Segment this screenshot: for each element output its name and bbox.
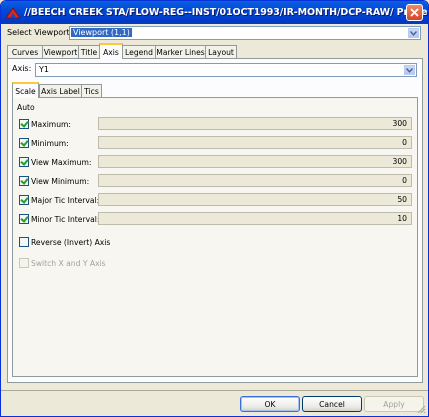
auto-heading: Auto xyxy=(17,103,35,112)
tab-viewport-label: Viewport xyxy=(43,48,78,57)
minimum-auto-checkbox[interactable] xyxy=(19,138,29,148)
switch-axis-checkbox[interactable] xyxy=(19,258,29,268)
tab-title[interactable]: Title xyxy=(78,45,100,59)
cancel-button-label: Cancel xyxy=(319,399,345,409)
cancel-button[interactable]: Cancel xyxy=(302,396,362,412)
maximum-auto-checkbox[interactable] xyxy=(19,119,29,129)
axis-select-value: Y1 xyxy=(39,65,49,74)
view-minimum-field[interactable]: 0 xyxy=(98,174,412,187)
tab-title-label: Title xyxy=(80,48,98,57)
tab-legend[interactable]: Legend xyxy=(122,45,156,59)
tab-axis[interactable]: Axis xyxy=(99,43,123,59)
minor-tic-interval-value: 10 xyxy=(397,214,407,223)
reverse-axis-label: Reverse (Invert) Axis xyxy=(31,238,111,247)
major-tic-interval-value: 50 xyxy=(397,195,407,204)
view-minimum-value: 0 xyxy=(402,176,407,185)
close-button[interactable] xyxy=(406,4,423,21)
maximum-field[interactable]: 300 xyxy=(98,117,412,130)
title-bar[interactable]: //BEECH CREEK STA/FLOW-REG--INST/01OCT19… xyxy=(1,1,428,24)
view-minimum-auto-checkbox[interactable] xyxy=(19,176,29,186)
major-tic-interval-auto-checkbox[interactable] xyxy=(19,195,29,205)
subtab-scale-label: Scale xyxy=(15,86,36,96)
button-bar-divider xyxy=(1,390,428,391)
tab-marker-lines[interactable]: Marker Lines xyxy=(155,45,206,59)
minor-tic-interval-label: Minor Tic Interval: xyxy=(31,215,100,224)
minimum-label: Minimum: xyxy=(31,139,69,148)
subtab-axis-label-label: Axis Label xyxy=(41,87,80,96)
reverse-axis-checkbox[interactable] xyxy=(19,237,29,247)
app-icon xyxy=(6,6,20,19)
viewport-select[interactable]: Viewport (1,1) xyxy=(69,26,421,40)
major-tic-interval-field[interactable]: 50 xyxy=(98,193,412,206)
subtab-scale[interactable]: Scale xyxy=(12,82,39,98)
tab-legend-label: Legend xyxy=(125,48,153,57)
axis-select[interactable]: Y1 xyxy=(35,63,417,77)
maximum-value: 300 xyxy=(392,119,408,128)
minor-tic-interval-auto-checkbox[interactable] xyxy=(19,214,29,224)
axis-label: Axis: xyxy=(12,64,32,73)
apply-button-label: Apply xyxy=(383,399,405,409)
subtab-tics[interactable]: Tics xyxy=(81,84,102,98)
minimum-field[interactable]: 0 xyxy=(98,136,412,149)
tab-curves-label: Curves xyxy=(11,48,39,57)
apply-button[interactable]: Apply xyxy=(364,396,424,412)
subtab-tics-label: Tics xyxy=(84,87,99,96)
window-title: //BEECH CREEK STA/FLOW-REG--INST/01OCT19… xyxy=(24,7,429,18)
tab-layout[interactable]: Layout xyxy=(205,45,237,59)
minor-tic-interval-field[interactable]: 10 xyxy=(98,212,412,225)
view-maximum-auto-checkbox[interactable] xyxy=(19,157,29,167)
select-viewport-label: Select Viewport: xyxy=(7,28,73,37)
resize-grip-icon[interactable] xyxy=(416,404,426,414)
tab-marker-lines-label: Marker Lines xyxy=(156,48,205,57)
tab-viewport[interactable]: Viewport xyxy=(42,45,79,59)
viewport-select-value: Viewport (1,1) xyxy=(71,28,132,37)
close-icon xyxy=(410,8,419,17)
properties-dialog: //BEECH CREEK STA/FLOW-REG--INST/01OCT19… xyxy=(0,0,429,417)
view-maximum-label: View Maximum: xyxy=(31,158,92,167)
tab-axis-label: Axis xyxy=(103,47,119,57)
switch-axis-label: Switch X and Y Axis xyxy=(31,259,106,268)
tab-layout-label: Layout xyxy=(208,48,234,57)
ok-button[interactable]: OK xyxy=(240,396,300,412)
view-maximum-field[interactable]: 300 xyxy=(98,155,412,168)
chevron-down-icon[interactable] xyxy=(408,28,419,38)
ok-button-label: OK xyxy=(264,399,276,409)
tab-curves[interactable]: Curves xyxy=(7,45,43,59)
view-maximum-value: 300 xyxy=(392,157,408,166)
major-tic-interval-label: Major Tic Interval: xyxy=(31,196,100,205)
maximum-label: Maximum: xyxy=(31,120,71,129)
subtab-axis-label[interactable]: Axis Label xyxy=(39,84,82,98)
chevron-down-icon[interactable] xyxy=(404,65,415,75)
minimum-value: 0 xyxy=(402,138,407,147)
view-minimum-label: View Minimum: xyxy=(31,177,90,186)
